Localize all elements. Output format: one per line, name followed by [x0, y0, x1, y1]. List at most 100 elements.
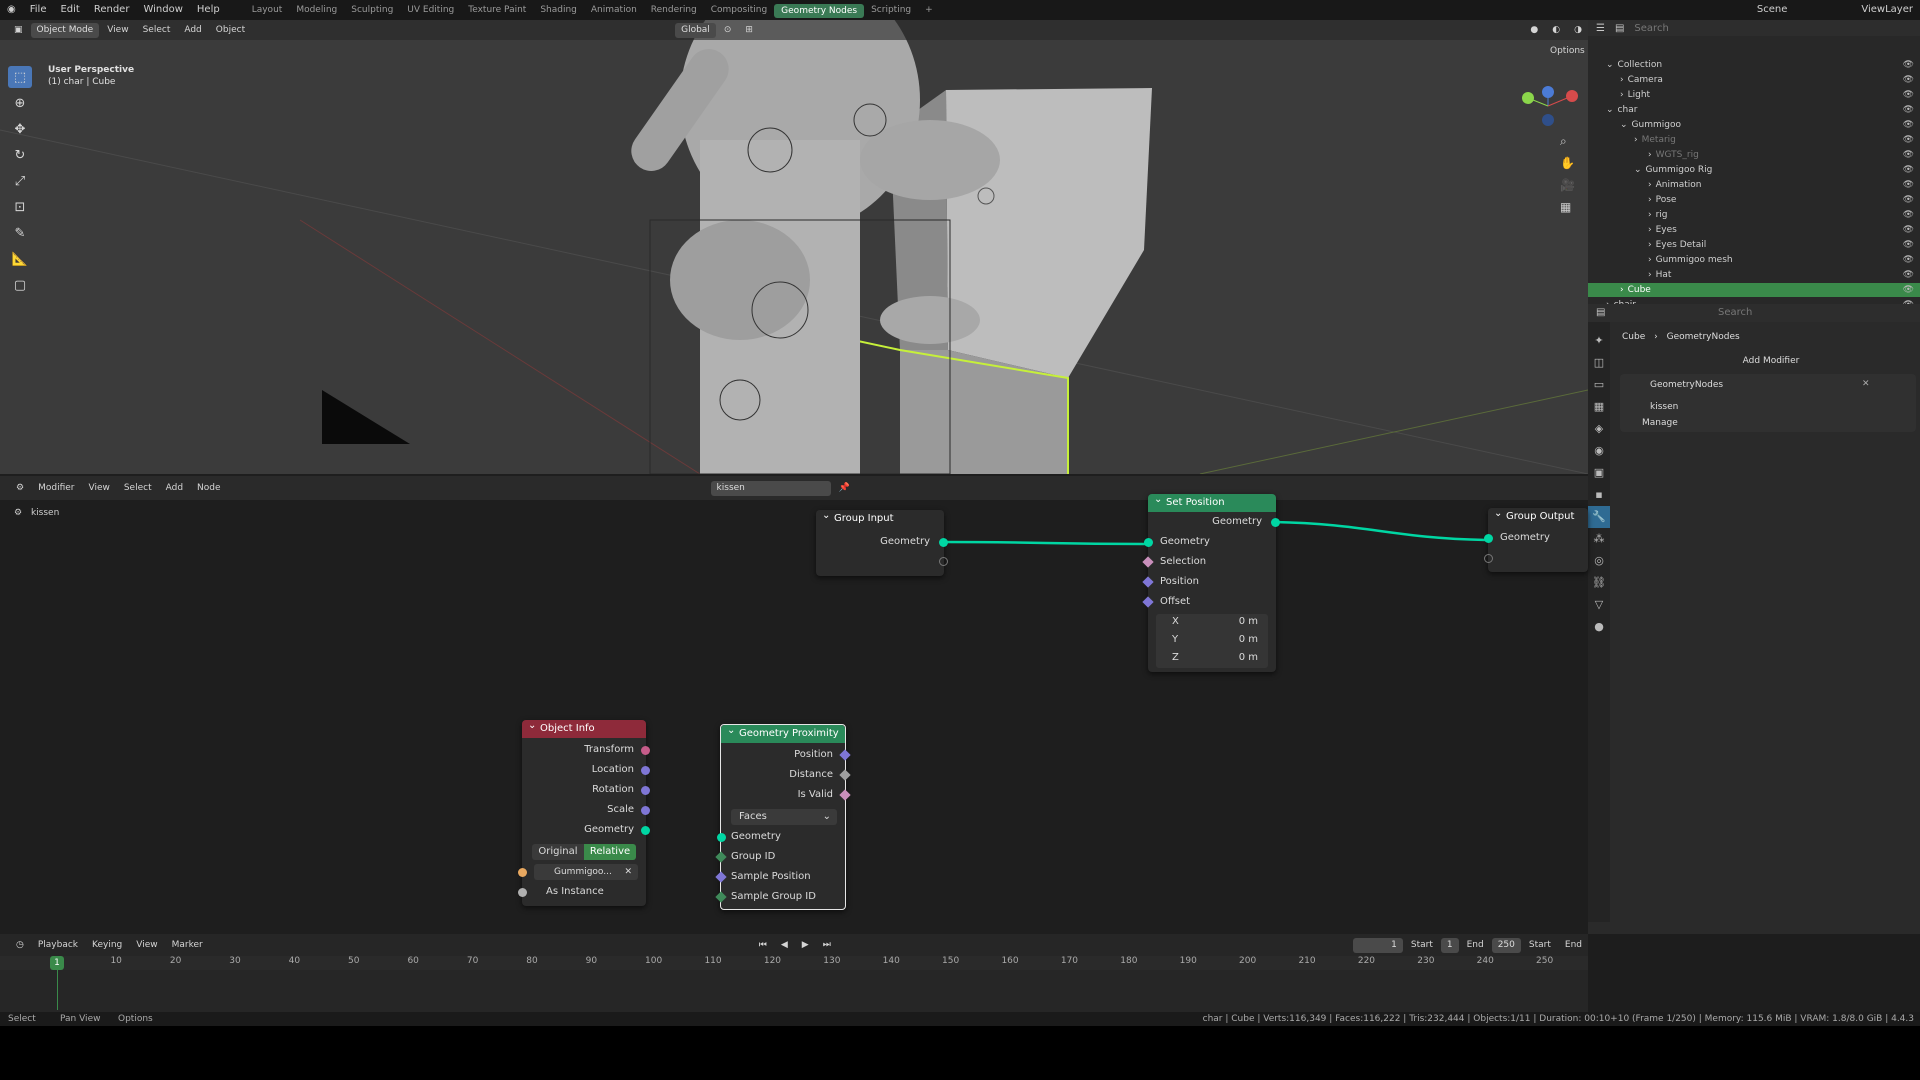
pin-icon[interactable]: 📌: [833, 480, 856, 496]
3d-viewport[interactable]: [0, 20, 1588, 474]
transform-tool-icon[interactable]: ⊡: [8, 196, 32, 218]
visibility-eye-icon[interactable]: 👁: [1903, 283, 1914, 297]
manage-panel-toggle[interactable]: Manage: [1642, 418, 1678, 428]
shading-material-icon[interactable]: ◐: [1546, 22, 1566, 38]
shading-solid-icon[interactable]: ●: [1524, 22, 1544, 38]
expand-chevron-icon[interactable]: ⌄: [1620, 118, 1628, 132]
collapse-chevron-icon[interactable]: ›: [1620, 283, 1624, 297]
outliner-row[interactable]: › Pose 👁: [1588, 193, 1920, 207]
modifier-tab-icon[interactable]: 🔧: [1588, 506, 1610, 528]
object-info-node[interactable]: Object Info Transform Location Rotation …: [518, 717, 650, 906]
end-frame-field[interactable]: 250: [1491, 937, 1521, 953]
tool-tab-icon[interactable]: ✦: [1588, 330, 1610, 352]
group-output-node[interactable]: Group Output Geometry: [1484, 505, 1588, 572]
set-position-out-geometry-socket[interactable]: [1271, 518, 1280, 527]
start-button[interactable]: Start: [1523, 937, 1557, 953]
outliner-row[interactable]: › Light 👁: [1588, 88, 1920, 102]
node-menu-node[interactable]: Node: [191, 480, 227, 496]
viewport-menu-add[interactable]: Add: [178, 22, 207, 38]
playhead-frame-indicator[interactable]: 1: [50, 956, 64, 970]
cursor-tool-icon[interactable]: ⊕: [8, 92, 32, 114]
offset-y-value[interactable]: 0 m: [1239, 632, 1258, 648]
node-menu-add[interactable]: Add: [160, 480, 189, 496]
transform-orientation[interactable]: Global: [675, 22, 716, 38]
world-tab-icon[interactable]: ◉: [1588, 440, 1610, 462]
clear-object-icon[interactable]: ✕: [624, 864, 632, 880]
outliner-row[interactable]: › Gummigoo mesh 👁: [1588, 253, 1920, 267]
original-toggle[interactable]: Original: [532, 844, 584, 860]
group-output-geometry-socket[interactable]: [1484, 534, 1493, 543]
outliner-row[interactable]: › Eyes 👁: [1588, 223, 1920, 237]
set-position-node[interactable]: Set Position Geometry Geometry Selection…: [1142, 491, 1280, 672]
move-tool-icon[interactable]: ✥: [8, 118, 32, 140]
shading-rendered-icon[interactable]: ◑: [1568, 22, 1588, 38]
grid-view-icon[interactable]: ▦: [1560, 196, 1580, 218]
outliner-row[interactable]: › Metarig 👁: [1588, 133, 1920, 147]
expand-chevron-icon[interactable]: ⌄: [1606, 103, 1614, 117]
visibility-eye-icon[interactable]: 👁: [1903, 178, 1914, 192]
scene-selector[interactable]: Scene: [1750, 0, 1795, 20]
view-layer-selector[interactable]: ViewLayer: [1854, 0, 1920, 20]
visibility-eye-icon[interactable]: 👁: [1903, 103, 1914, 117]
particles-tab-icon[interactable]: ⁂: [1588, 528, 1610, 550]
collapse-chevron-icon[interactable]: ›: [1648, 223, 1652, 237]
outliner-row[interactable]: › Eyes Detail 👁: [1588, 238, 1920, 252]
node-menu-view[interactable]: View: [82, 480, 115, 496]
as-instance-socket[interactable]: [518, 888, 527, 897]
physics-tab-icon[interactable]: ◎: [1588, 550, 1610, 572]
visibility-eye-icon[interactable]: 👁: [1903, 193, 1914, 207]
display-mode-icon[interactable]: ▤: [1615, 23, 1624, 34]
visibility-eye-icon[interactable]: 👁: [1903, 58, 1914, 72]
menu-edit[interactable]: Edit: [53, 0, 86, 20]
scale-tool-icon[interactable]: ⤢: [8, 170, 32, 192]
collapse-chevron-icon[interactable]: ›: [1648, 208, 1652, 222]
outliner-row[interactable]: › Hat 👁: [1588, 268, 1920, 282]
outliner-row[interactable]: › WGTS_rig 👁: [1588, 148, 1920, 162]
play-reverse-icon[interactable]: ◀: [775, 937, 794, 953]
mode-selector[interactable]: Object Mode: [30, 22, 100, 38]
object-picker-field[interactable]: Gummigoo... ✕: [534, 864, 638, 880]
zoom-icon[interactable]: ⌕: [1560, 130, 1580, 152]
properties-search[interactable]: Search: [1718, 304, 1752, 322]
start-frame-field[interactable]: 1: [1440, 937, 1459, 953]
current-frame-field[interactable]: 1: [1352, 937, 1403, 953]
menu-file[interactable]: File: [23, 0, 54, 20]
render-tab-icon[interactable]: ◫: [1588, 352, 1610, 374]
collapse-chevron-icon[interactable]: ›: [1620, 88, 1624, 102]
tab-modeling[interactable]: Modeling: [289, 0, 344, 20]
blender-logo-icon[interactable]: ◉: [0, 0, 23, 20]
group-output-empty-socket[interactable]: [1484, 554, 1493, 563]
collapse-chevron-icon[interactable]: ›: [1648, 253, 1652, 267]
constraints-tab-icon[interactable]: ⛓: [1588, 572, 1610, 594]
visibility-eye-icon[interactable]: 👁: [1903, 223, 1914, 237]
measure-tool-icon[interactable]: 📐: [8, 248, 32, 270]
object-tab-icon[interactable]: ▪: [1588, 484, 1610, 506]
visibility-eye-icon[interactable]: 👁: [1903, 73, 1914, 87]
add-workspace-icon[interactable]: +: [918, 0, 940, 20]
visibility-eye-icon[interactable]: 👁: [1903, 208, 1914, 222]
tab-layout[interactable]: Layout: [245, 0, 290, 20]
rotate-tool-icon[interactable]: ↻: [8, 144, 32, 166]
tab-compositing[interactable]: Compositing: [704, 0, 774, 20]
visibility-eye-icon[interactable]: 👁: [1903, 238, 1914, 252]
marker-menu[interactable]: Marker: [166, 937, 209, 953]
end-button[interactable]: End: [1559, 937, 1588, 953]
node-menu-select[interactable]: Select: [118, 480, 158, 496]
object-info-transform-socket[interactable]: [641, 746, 650, 755]
properties-editor-icon[interactable]: ▤: [1596, 307, 1605, 318]
tab-shading[interactable]: Shading: [533, 0, 584, 20]
visibility-eye-icon[interactable]: 👁: [1903, 148, 1914, 162]
add-modifier-button[interactable]: Add Modifier: [1626, 356, 1916, 366]
object-info-geometry-socket[interactable]: [641, 826, 650, 835]
outliner-row[interactable]: ⌄ Gummigoo 👁: [1588, 118, 1920, 132]
menu-help[interactable]: Help: [190, 0, 227, 20]
outliner-row[interactable]: › rig 👁: [1588, 208, 1920, 222]
relative-toggle[interactable]: Relative: [584, 844, 636, 860]
output-tab-icon[interactable]: ▭: [1588, 374, 1610, 396]
add-cube-tool-icon[interactable]: ▢: [8, 274, 32, 296]
expand-chevron-icon[interactable]: ⌄: [1606, 58, 1614, 72]
geometry-proximity-node[interactable]: Geometry Proximity Position Distance Is …: [715, 722, 851, 910]
material-tab-icon[interactable]: ●: [1588, 616, 1610, 638]
visibility-eye-icon[interactable]: 👁: [1903, 133, 1914, 147]
select-box-tool-icon[interactable]: ⬚: [8, 66, 32, 88]
